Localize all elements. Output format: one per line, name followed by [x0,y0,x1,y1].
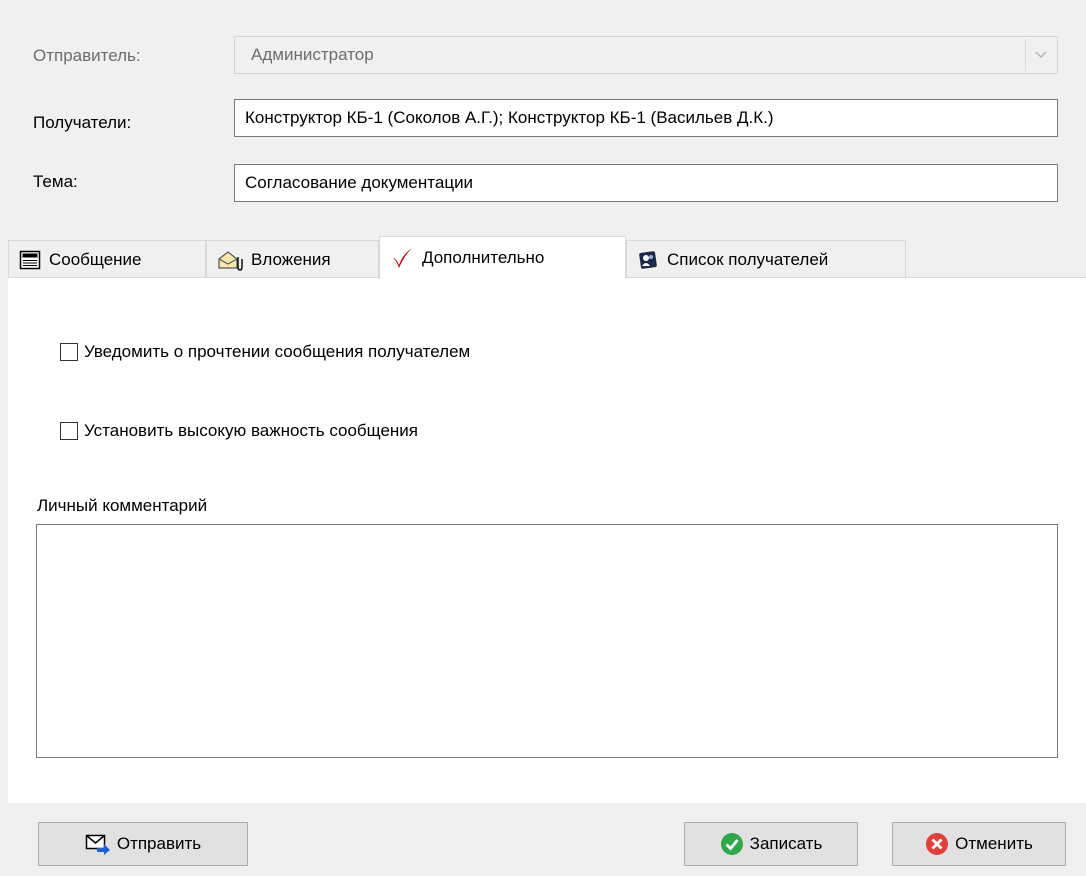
sender-label: Отправитель: [33,46,141,65]
recipients-list-icon [637,249,659,271]
save-button-label: Записать [749,834,823,853]
sender-combo[interactable]: Администратор [234,36,1058,74]
cancel-button-label: Отменить [955,834,1033,853]
read-receipt-checkbox[interactable] [60,343,78,361]
send-button[interactable]: Отправить [38,822,248,866]
cancel-button[interactable]: Отменить [892,822,1066,866]
tab-message-label: Сообщение [49,249,142,269]
tab-attachments[interactable]: Вложения [206,240,379,278]
high-importance-checkbox[interactable] [60,422,78,440]
save-check-icon [720,832,744,856]
subject-label: Тема: [33,172,78,191]
tab-panel-additional: Уведомить о прочтении сообщения получате… [8,277,1086,803]
tab-recipients-list[interactable]: Список получателей [626,240,906,278]
comment-label: Личный комментарий [37,496,208,515]
message-icon [19,250,41,270]
recipients-field[interactable]: Конструктор КБ-1 (Соколов А.Г.); Констру… [234,99,1058,137]
tab-attachments-label: Вложения [251,249,331,269]
tab-additional-label: Дополнительно [422,248,545,267]
tab-message[interactable]: Сообщение [8,240,206,278]
tab-bar: Сообщение Вложения Дополнительно Список … [0,236,1086,279]
recipients-label: Получатели: [33,113,132,132]
sender-value: Администратор [251,45,374,64]
checkmark-icon [390,246,414,270]
high-importance-option[interactable]: Установить высокую важность сообщения [60,421,418,441]
cancel-x-icon [925,832,949,856]
send-mail-icon [85,833,111,855]
save-button[interactable]: Записать [684,822,858,866]
subject-field[interactable]: Согласование документации [234,164,1058,202]
chevron-down-icon [1034,51,1047,59]
high-importance-label: Установить высокую важность сообщения [84,421,418,440]
send-button-label: Отправить [116,834,202,853]
read-receipt-option[interactable]: Уведомить о прочтении сообщения получате… [60,342,470,362]
sender-dropdown-button[interactable] [1025,39,1055,71]
read-receipt-label: Уведомить о прочтении сообщения получате… [84,342,471,361]
comment-textarea[interactable] [36,524,1058,758]
attachment-icon [217,249,243,271]
tab-recipients-list-label: Список получателей [667,249,829,269]
tab-additional[interactable]: Дополнительно [379,236,626,279]
